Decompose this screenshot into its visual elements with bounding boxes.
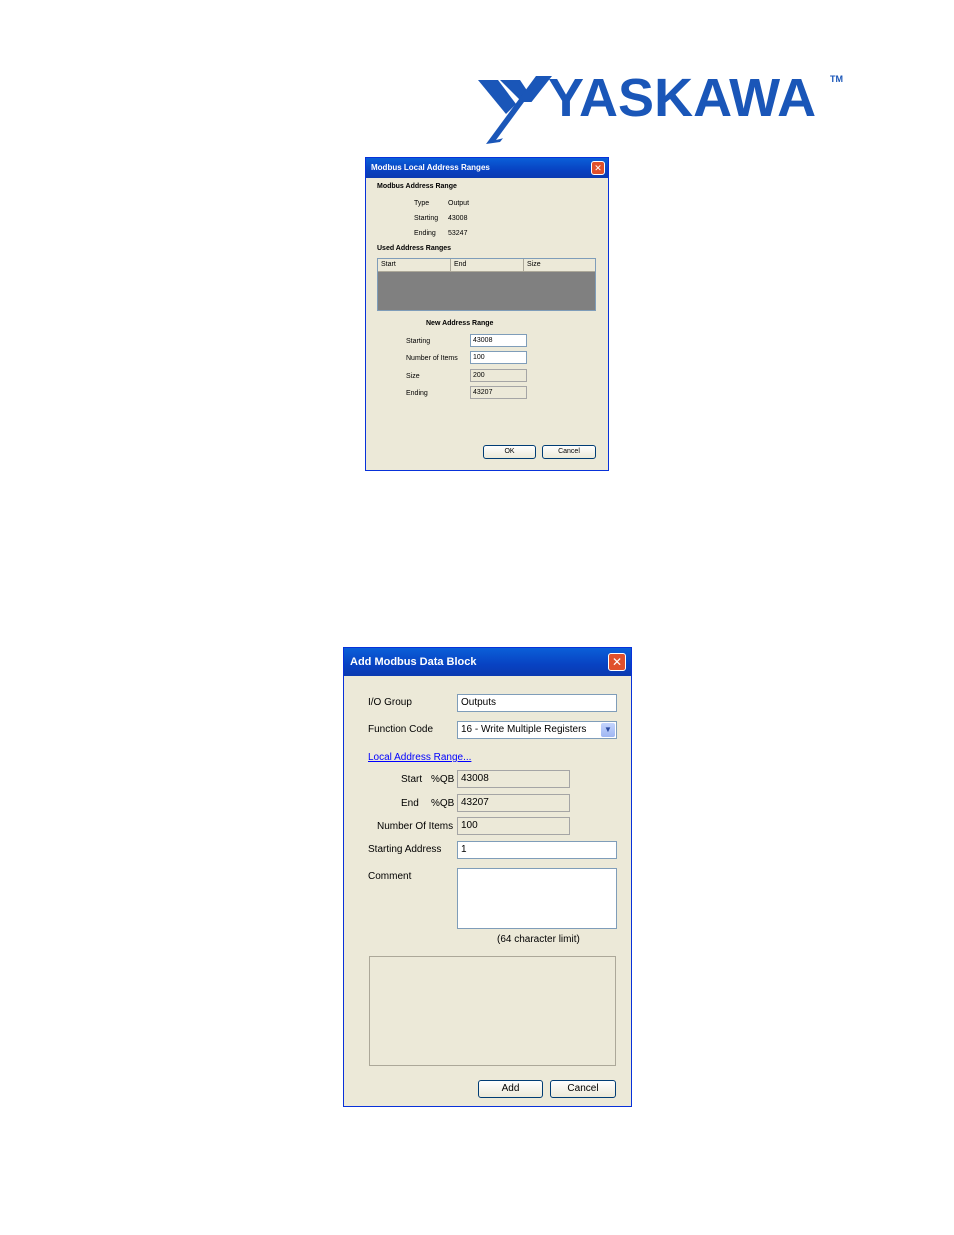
end-prefix: %QB bbox=[431, 798, 455, 809]
logo-wordmark: YASKAWA bbox=[548, 68, 817, 128]
cancel-button[interactable]: Cancel bbox=[550, 1080, 616, 1098]
new-starting-input[interactable]: 43008 bbox=[470, 334, 527, 347]
used-ranges-list[interactable]: Start End Size bbox=[377, 258, 596, 311]
chevron-down-icon[interactable]: ▼ bbox=[601, 723, 615, 737]
new-starting-label: Starting bbox=[406, 338, 431, 345]
comment-label: Comment bbox=[368, 871, 412, 882]
starting-address-label: Starting Address bbox=[368, 844, 442, 855]
function-code-select[interactable]: 16 - Write Multiple Registers ▼ bbox=[457, 721, 617, 739]
section-used-address-ranges: Used Address Ranges bbox=[377, 245, 452, 252]
function-code-label: Function Code bbox=[368, 724, 434, 735]
ok-button[interactable]: OK bbox=[483, 445, 536, 459]
starting-address-input[interactable]: 1 bbox=[457, 841, 617, 859]
dialog-titlebar[interactable]: Add Modbus Data Block bbox=[344, 648, 631, 676]
ending-label: Ending bbox=[414, 230, 436, 237]
ending-value: 53247 bbox=[448, 230, 468, 237]
number-of-items-field: 100 bbox=[457, 817, 570, 835]
list-header: Start End Size bbox=[378, 259, 595, 272]
column-start[interactable]: Start bbox=[378, 259, 451, 271]
new-size-field: 200 bbox=[470, 369, 527, 382]
message-box bbox=[369, 956, 616, 1066]
column-size[interactable]: Size bbox=[524, 259, 597, 271]
cancel-button[interactable]: Cancel bbox=[542, 445, 596, 459]
comment-textarea[interactable] bbox=[457, 868, 617, 929]
new-ending-label: Ending bbox=[406, 390, 428, 397]
end-field: 43207 bbox=[457, 794, 570, 812]
start-prefix: %QB bbox=[431, 774, 455, 785]
close-icon[interactable]: ✕ bbox=[591, 161, 605, 175]
local-address-range-link[interactable]: Local Address Range... bbox=[368, 752, 471, 763]
io-group-label: I/O Group bbox=[368, 697, 412, 708]
dialog-title: Add Modbus Data Block bbox=[350, 656, 477, 668]
close-icon[interactable]: ✕ bbox=[608, 653, 626, 671]
new-ending-field: 43207 bbox=[470, 386, 527, 399]
section-new-address-range: New Address Range bbox=[426, 320, 494, 327]
number-of-items-label: Number Of Items bbox=[377, 821, 454, 832]
section-modbus-address-range: Modbus Address Range bbox=[377, 183, 457, 190]
starting-label: Starting bbox=[414, 215, 439, 222]
modbus-local-address-ranges-dialog: Modbus Local Address Ranges ✕ Modbus Add… bbox=[365, 157, 609, 471]
add-button[interactable]: Add bbox=[478, 1080, 543, 1098]
yaskawa-swoosh-icon bbox=[478, 76, 552, 144]
type-label: Type bbox=[414, 200, 430, 207]
add-modbus-data-block-dialog: Add Modbus Data Block ✕ I/O Group Output… bbox=[343, 647, 632, 1107]
new-items-input[interactable]: 100 bbox=[470, 351, 527, 364]
start-label: Start bbox=[401, 774, 423, 785]
function-code-value: 16 - Write Multiple Registers bbox=[461, 724, 587, 735]
comment-hint: (64 character limit) bbox=[497, 934, 580, 945]
starting-value: 43008 bbox=[448, 215, 468, 222]
new-size-label: Size bbox=[406, 373, 420, 380]
end-label: End bbox=[401, 798, 419, 809]
dialog-titlebar[interactable]: Modbus Local Address Ranges bbox=[366, 158, 608, 178]
start-field: 43008 bbox=[457, 770, 570, 788]
type-value: Output bbox=[448, 200, 470, 207]
column-end[interactable]: End bbox=[451, 259, 524, 271]
io-group-input[interactable]: Outputs bbox=[457, 694, 617, 712]
logo-trademark: TM bbox=[830, 74, 843, 84]
yaskawa-logo: YASKAWA TM bbox=[476, 68, 846, 147]
dialog-title: Modbus Local Address Ranges bbox=[371, 163, 490, 172]
new-items-label: Number of Items bbox=[406, 355, 458, 362]
